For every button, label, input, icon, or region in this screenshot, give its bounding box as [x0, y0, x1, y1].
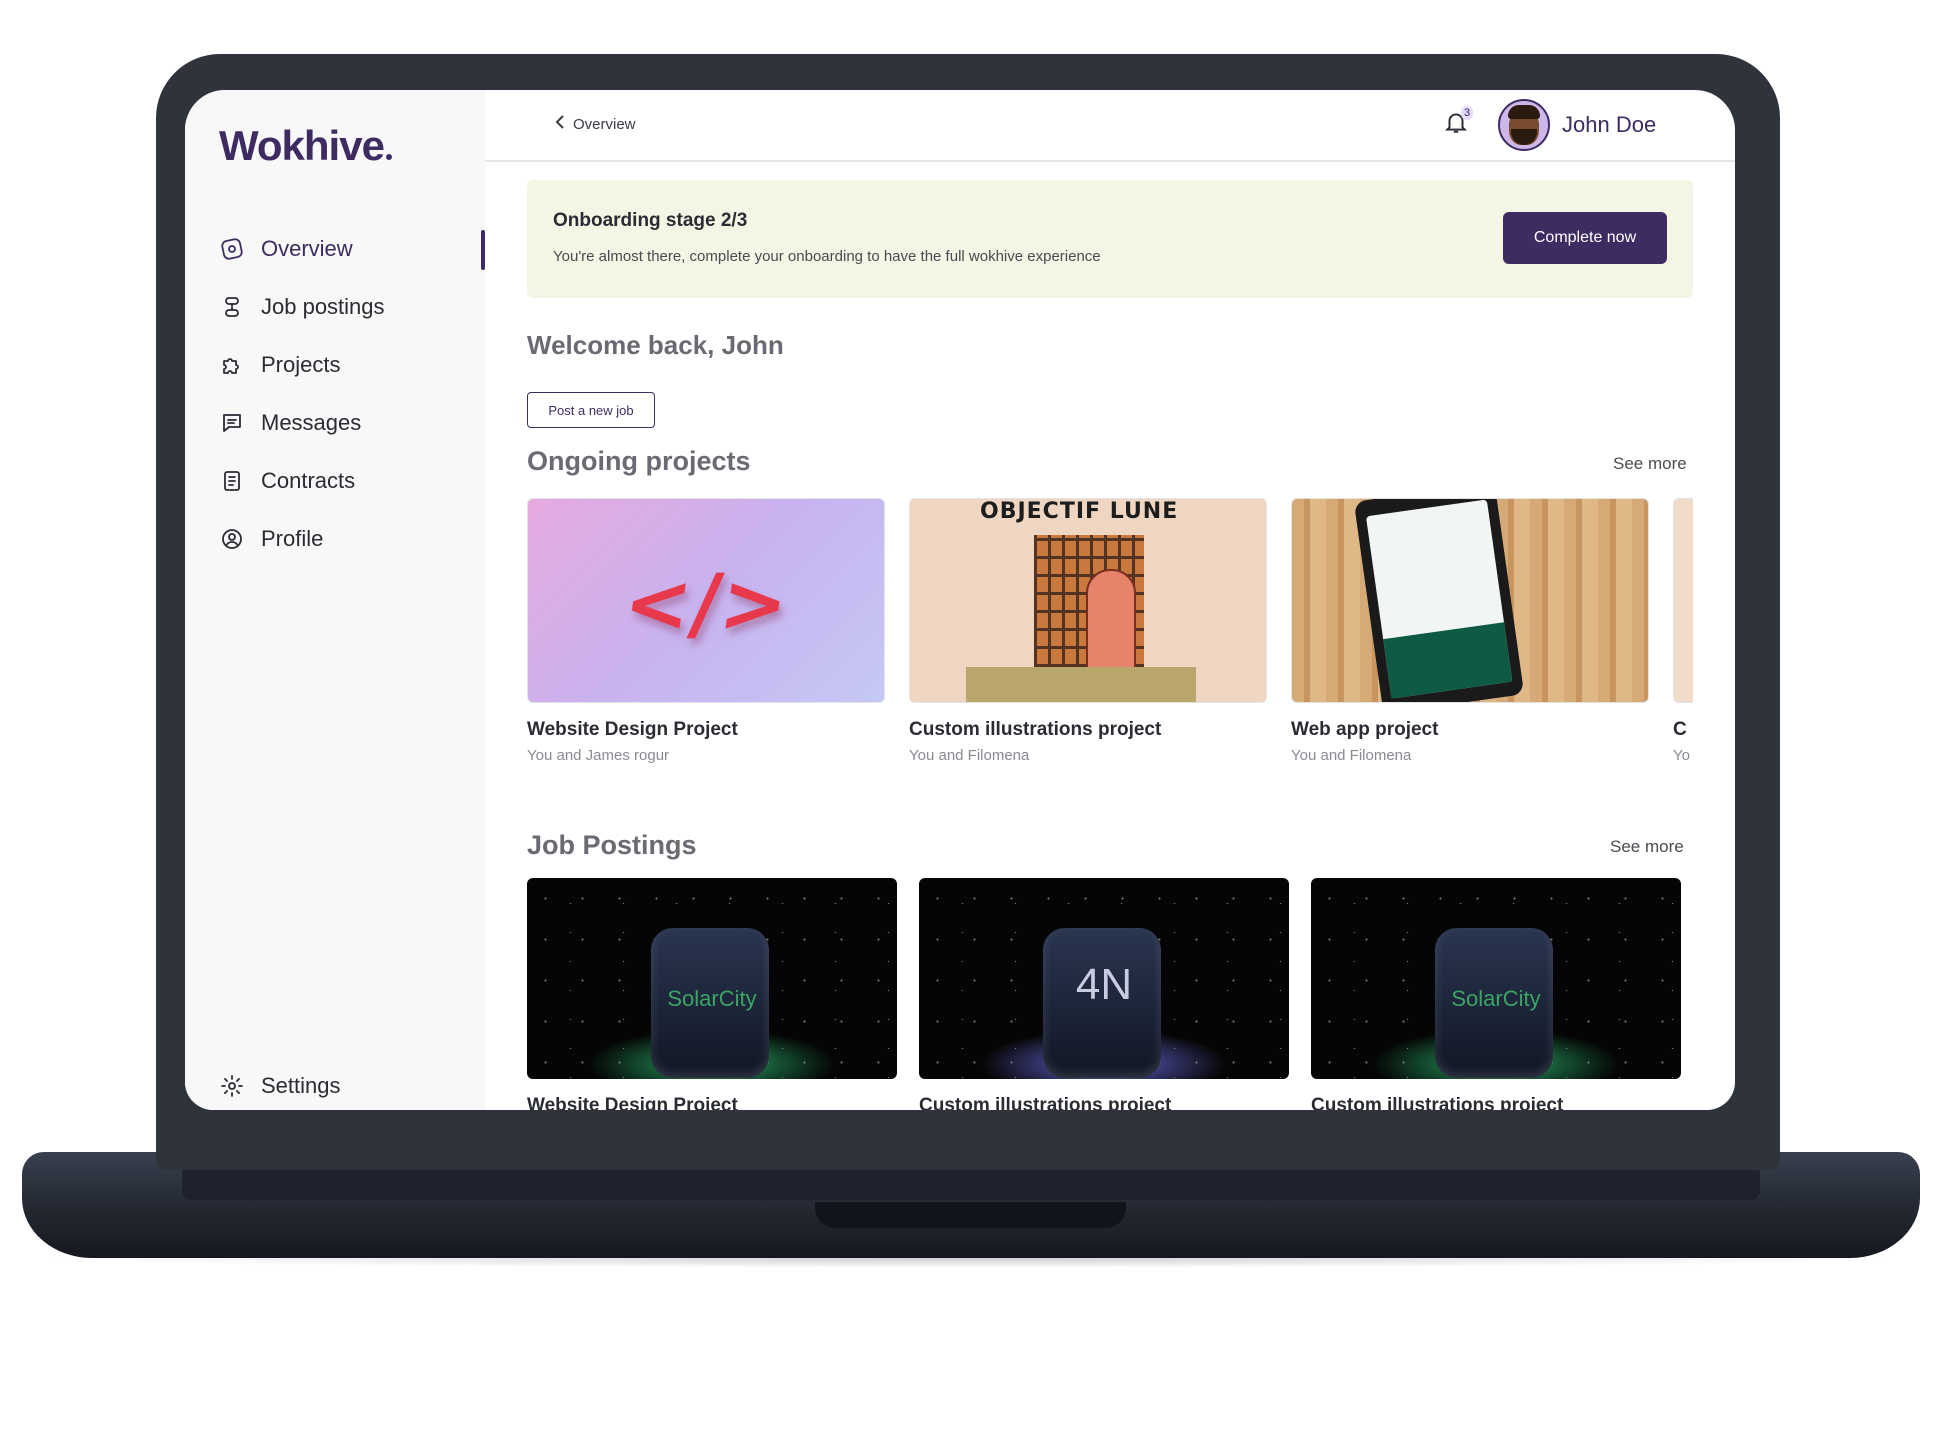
project-title: Custom illustrations project [909, 719, 1162, 740]
job-brand: 4N [1075, 960, 1133, 1009]
sidebar-item-job-postings[interactable]: Job postings [185, 278, 485, 336]
job-title: Custom illustrations project [919, 1095, 1172, 1110]
job-title: Custom illustrations project [1311, 1095, 1564, 1110]
sidebar-item-label: Messages [261, 410, 362, 435]
job-brand: SolarCity [1451, 986, 1541, 1011]
project-title: C [1673, 719, 1687, 740]
job-postings-title: Job Postings [527, 830, 697, 860]
job-title: Website Design Project [527, 1095, 738, 1110]
breadcrumb-label: Overview [573, 115, 636, 133]
sidebar-item-label: Job postings [261, 294, 385, 319]
sidebar-item-label: Projects [261, 352, 341, 377]
job-postings-list: SolarCity Website Design Project 4N Cust… [527, 878, 1693, 1110]
laptop-notch [815, 1202, 1126, 1228]
top-bar: Overview 3 John Doe [485, 90, 1735, 162]
ongoing-projects-title: Ongoing projects [527, 446, 751, 476]
poster-title: OBJECTIF LUNE [980, 499, 1179, 524]
notifications-button[interactable]: 3 [1443, 106, 1475, 140]
user-name: John Doe [1562, 112, 1657, 137]
settings-label: Settings [261, 1073, 341, 1098]
project-card[interactable]: </> Website Design Project You and James… [527, 498, 885, 764]
project-subtitle: Yo [1673, 747, 1690, 764]
job-thumbnail: SolarCity [527, 878, 897, 1079]
welcome-heading: Welcome back, John [527, 330, 784, 360]
gear-icon [219, 1073, 245, 1099]
message-icon [219, 410, 245, 436]
job-brand: SolarCity [667, 986, 757, 1011]
project-card[interactable]: OBJECTIF LUNE Custom illustrations proje… [909, 498, 1267, 764]
project-thumbnail: </> [527, 498, 885, 703]
puzzle-icon [219, 352, 245, 378]
chevron-left-icon [553, 114, 573, 134]
job-postings-icon [219, 294, 245, 320]
ongoing-see-more-link[interactable]: See more [1613, 454, 1687, 474]
job-card[interactable]: SolarCity Custom illustrations project [1311, 878, 1681, 1110]
job-thumbnail: 4N [919, 878, 1289, 1079]
post-new-job-button[interactable]: Post a new job [527, 392, 655, 428]
bell-icon [1443, 113, 1469, 140]
ongoing-projects-list: </> Website Design Project You and James… [527, 498, 1693, 778]
sidebar-item-projects[interactable]: Projects [185, 336, 485, 394]
user-circle-icon [219, 526, 245, 552]
project-subtitle: You and Filomena [909, 747, 1030, 764]
project-title: Website Design Project [527, 719, 738, 740]
sidebar-item-messages[interactable]: Messages [185, 394, 485, 452]
app-logo[interactable]: Wokhive [219, 122, 392, 170]
project-card[interactable]: C Yo [1673, 498, 1693, 764]
jobs-see-more-link[interactable]: See more [1610, 837, 1684, 857]
project-subtitle: You and James rogur [527, 747, 670, 764]
sidebar-item-profile[interactable]: Profile [185, 510, 485, 568]
complete-now-button[interactable]: Complete now [1503, 212, 1667, 264]
main-content: Overview 3 John Doe Onboarding stage 2/3… [485, 90, 1735, 1110]
banner-title: Onboarding stage 2/3 [553, 210, 748, 231]
job-card[interactable]: 4N Custom illustrations project [919, 878, 1289, 1110]
onboarding-banner: Onboarding stage 2/3 You're almost there… [527, 180, 1693, 298]
sidebar-item-label: Contracts [261, 468, 356, 493]
job-card[interactable]: SolarCity Website Design Project [527, 878, 897, 1110]
settings-container: Settings [185, 1064, 341, 1108]
project-subtitle: You and Filomena [1291, 747, 1412, 764]
project-title: Web app project [1291, 719, 1439, 740]
banner-text: You're almost there, complete your onboa… [553, 248, 1101, 265]
sidebar-nav: Overview Job postings Projects Messages [185, 220, 485, 568]
sidebar-item-contracts[interactable]: Contracts [185, 452, 485, 510]
sidebar-item-overview[interactable]: Overview [185, 220, 485, 278]
job-thumbnail: SolarCity [1311, 878, 1681, 1079]
project-thumbnail [1291, 498, 1649, 703]
sidebar-item-label: Profile [261, 526, 324, 551]
avatar [1498, 99, 1550, 151]
document-icon [219, 468, 245, 494]
project-thumbnail: OBJECTIF LUNE [909, 498, 1267, 703]
breadcrumb[interactable]: Overview [553, 114, 636, 134]
project-thumbnail [1673, 498, 1693, 703]
sidebar-item-settings[interactable]: Settings [185, 1064, 341, 1108]
sidebar: Wokhive Overview Job postings Projects M… [185, 90, 485, 1110]
compass-icon [219, 236, 245, 262]
project-card[interactable]: Web app project You and Filomena [1291, 498, 1649, 764]
app-screen: Wokhive Overview Job postings Projects M… [185, 90, 1735, 1110]
sidebar-item-label: Overview [261, 236, 353, 261]
notification-badge: 3 [1461, 106, 1474, 120]
user-menu[interactable]: John Doe [1498, 99, 1656, 151]
